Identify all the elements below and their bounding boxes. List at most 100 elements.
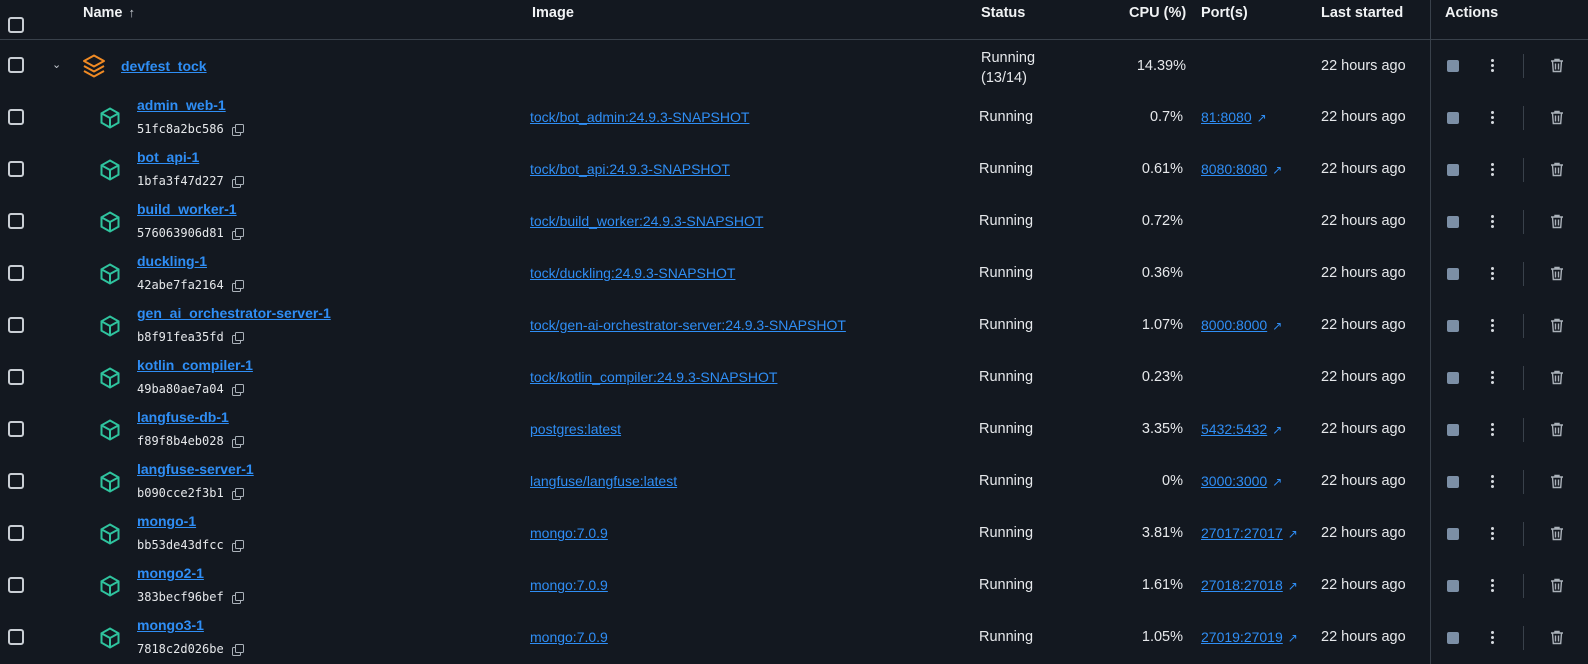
image-link[interactable]: tock/gen-ai-orchestrator-server:24.9.3-S… (530, 317, 846, 333)
port-link[interactable]: 27019:27019 ↗ (1201, 629, 1298, 646)
row-checkbox[interactable] (8, 577, 24, 593)
more-actions-icon[interactable] (1490, 317, 1494, 334)
column-header-image[interactable]: Image (532, 5, 574, 21)
image-link[interactable]: langfuse/langfuse:latest (530, 473, 677, 489)
more-actions-icon[interactable] (1490, 473, 1494, 490)
more-actions-icon[interactable] (1490, 161, 1494, 178)
copy-icon[interactable] (231, 592, 244, 604)
image-link[interactable]: tock/bot_api:24.9.3-SNAPSHOT (530, 161, 730, 177)
container-name-link[interactable]: bot_api-1 (137, 149, 199, 165)
port-link[interactable]: 27017:27017 ↗ (1201, 525, 1298, 542)
row-checkbox[interactable] (8, 421, 24, 437)
delete-icon[interactable] (1550, 422, 1564, 441)
stop-icon[interactable] (1447, 476, 1459, 488)
container-name-link[interactable]: mongo2-1 (137, 565, 204, 581)
stop-icon[interactable] (1447, 164, 1459, 176)
copy-icon[interactable] (231, 644, 244, 656)
copy-icon[interactable] (231, 176, 244, 188)
port-link[interactable]: 5432:5432 ↗ (1201, 421, 1282, 438)
more-actions-icon[interactable] (1490, 421, 1494, 438)
delete-icon[interactable] (1550, 318, 1564, 337)
copy-icon[interactable] (231, 436, 244, 448)
delete-icon[interactable] (1550, 630, 1564, 649)
port-link[interactable]: 81:8080 ↗ (1201, 109, 1267, 126)
table-row[interactable]: admin_web-1 51fc8a2bc586 tock/bot_admin:24… (0, 92, 1588, 144)
delete-icon[interactable] (1550, 266, 1564, 285)
row-checkbox[interactable] (8, 213, 24, 229)
delete-icon[interactable] (1550, 58, 1564, 77)
column-header-ports[interactable]: Port(s) (1201, 5, 1248, 21)
row-checkbox[interactable] (8, 629, 24, 645)
image-link[interactable]: tock/duckling:24.9.3-SNAPSHOT (530, 265, 735, 281)
delete-icon[interactable] (1550, 162, 1564, 181)
stop-icon[interactable] (1447, 112, 1459, 124)
table-row[interactable]: bot_api-1 1bfa3f47d227 tock/bot_api:24.9.3… (0, 144, 1588, 196)
copy-icon[interactable] (231, 228, 244, 240)
copy-icon[interactable] (231, 332, 244, 344)
column-header-name[interactable]: Name ↑ (83, 5, 135, 21)
stop-icon[interactable] (1447, 372, 1459, 384)
table-row[interactable]: langfuse-db-1 f89f8b4eb028 postgres:latest… (0, 404, 1588, 456)
row-checkbox[interactable] (8, 369, 24, 385)
container-name-link[interactable]: mongo3-1 (137, 617, 204, 633)
more-actions-icon[interactable] (1490, 369, 1494, 386)
chevron-down-icon[interactable]: ⌄ (52, 58, 61, 71)
table-row[interactable]: mongo-1 bb53de43dfcc mongo:7.0.9 Running 3.8… (0, 508, 1588, 560)
delete-icon[interactable] (1550, 578, 1564, 597)
row-checkbox[interactable] (8, 525, 24, 541)
stop-icon[interactable] (1447, 268, 1459, 280)
table-row[interactable]: gen_ai_orchestrator-server-1 b8f91fea35fd… (0, 300, 1588, 352)
more-actions-icon[interactable] (1490, 109, 1494, 126)
delete-icon[interactable] (1550, 474, 1564, 493)
delete-icon[interactable] (1550, 370, 1564, 389)
container-name-link[interactable]: duckling-1 (137, 253, 207, 269)
copy-icon[interactable] (231, 488, 244, 500)
stop-icon[interactable] (1447, 580, 1459, 592)
more-actions-icon[interactable] (1490, 213, 1494, 230)
table-row[interactable]: langfuse-server-1 b090cce2f3b1 langfuse/la… (0, 456, 1588, 508)
table-row[interactable]: kotlin_compiler-1 49ba80ae7a04 tock/kotlin… (0, 352, 1588, 404)
stop-icon[interactable] (1447, 60, 1459, 72)
copy-icon[interactable] (231, 280, 244, 292)
more-actions-icon[interactable] (1490, 57, 1494, 74)
table-row[interactable]: mongo3-1 7818c2d026be mongo:7.0.9 Running 1.… (0, 612, 1588, 664)
port-link[interactable]: 3000:3000 ↗ (1201, 473, 1282, 490)
image-link[interactable]: mongo:7.0.9 (530, 577, 608, 593)
container-name-link[interactable]: gen_ai_orchestrator-server-1 (137, 305, 331, 321)
copy-icon[interactable] (231, 540, 244, 552)
container-name-link[interactable]: langfuse-db-1 (137, 409, 229, 425)
delete-icon[interactable] (1550, 110, 1564, 129)
row-checkbox[interactable] (8, 265, 24, 281)
container-name-link[interactable]: langfuse-server-1 (137, 461, 254, 477)
row-checkbox[interactable] (8, 57, 24, 73)
container-name-link[interactable]: kotlin_compiler-1 (137, 357, 253, 373)
copy-icon[interactable] (231, 384, 244, 396)
container-name-link[interactable]: mongo-1 (137, 513, 196, 529)
table-row[interactable]: ⌄ devfest_tock Running (13/14) 14.39% 22 hour… (0, 40, 1588, 92)
image-link[interactable]: postgres:latest (530, 421, 621, 437)
more-actions-icon[interactable] (1490, 525, 1494, 542)
stop-icon[interactable] (1447, 320, 1459, 332)
more-actions-icon[interactable] (1490, 265, 1494, 282)
port-link[interactable]: 8080:8080 ↗ (1201, 161, 1282, 178)
column-header-cpu[interactable]: CPU (%) (1129, 5, 1186, 21)
more-actions-icon[interactable] (1490, 629, 1494, 646)
port-link[interactable]: 8000:8000 ↗ (1201, 317, 1282, 334)
stop-icon[interactable] (1447, 424, 1459, 436)
image-link[interactable]: tock/build_worker:24.9.3-SNAPSHOT (530, 213, 763, 229)
image-link[interactable]: tock/kotlin_compiler:24.9.3-SNAPSHOT (530, 369, 777, 385)
stop-icon[interactable] (1447, 632, 1459, 644)
row-checkbox[interactable] (8, 161, 24, 177)
image-link[interactable]: tock/bot_admin:24.9.3-SNAPSHOT (530, 109, 749, 125)
row-checkbox[interactable] (8, 109, 24, 125)
stop-icon[interactable] (1447, 528, 1459, 540)
port-link[interactable]: 27018:27018 ↗ (1201, 577, 1298, 594)
delete-icon[interactable] (1550, 214, 1564, 233)
delete-icon[interactable] (1550, 526, 1564, 545)
table-row[interactable]: mongo2-1 383becf96bef mongo:7.0.9 Running 1.… (0, 560, 1588, 612)
stop-icon[interactable] (1447, 216, 1459, 228)
table-row[interactable]: build_worker-1 576063906d81 tock/build_wor… (0, 196, 1588, 248)
image-link[interactable]: mongo:7.0.9 (530, 525, 608, 541)
column-header-status[interactable]: Status (981, 5, 1025, 21)
container-name-link[interactable]: admin_web-1 (137, 97, 226, 113)
